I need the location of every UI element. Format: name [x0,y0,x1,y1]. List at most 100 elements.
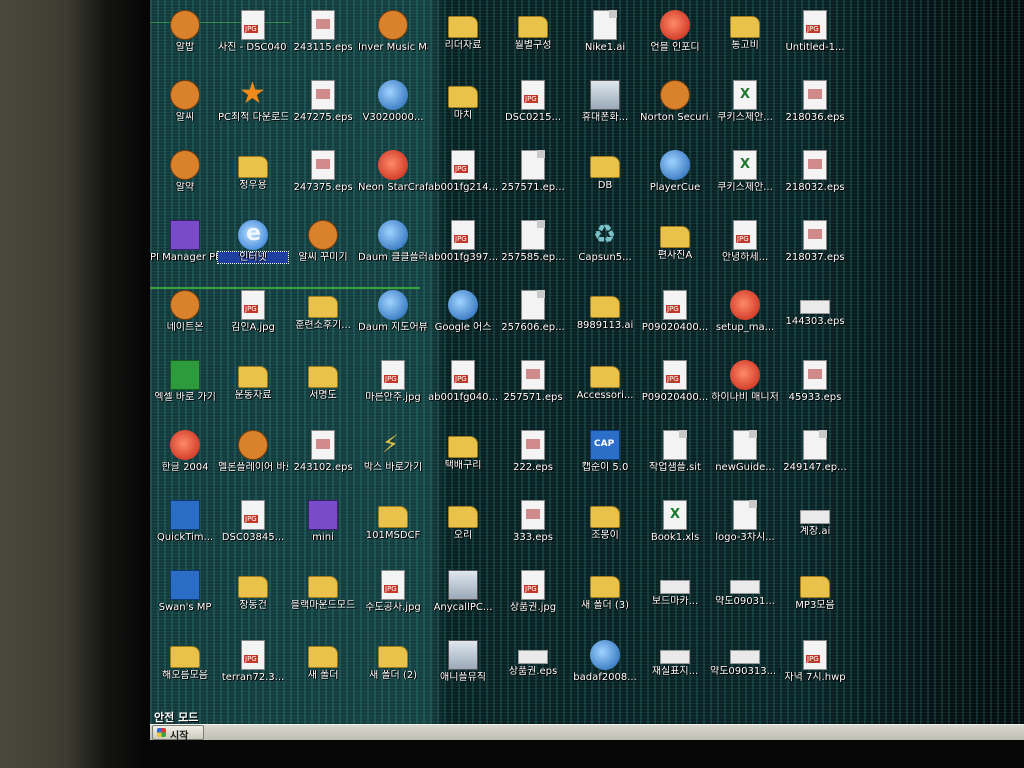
desktop-icon[interactable]: 네이트온 [150,286,220,352]
desktop-icon[interactable]: terran72.3... [218,636,288,702]
desktop-icon[interactable]: 리더자료 [428,6,498,72]
desktop-icon[interactable]: 알씨 [150,76,220,142]
desktop-icon[interactable]: Neon StarCraft [358,146,428,212]
desktop-icon[interactable]: 247275.eps [288,76,358,142]
desktop-icon[interactable]: 상품권.eps [498,636,568,702]
desktop-icon[interactable]: 새 폴더 (3) [570,566,640,632]
desktop-icon[interactable]: 엑셀 바로 가기 [150,356,220,422]
desktop-icon[interactable]: 243115.eps [288,6,358,72]
desktop-icon[interactable]: PI Manager Plus [150,216,220,282]
desktop-icon[interactable]: 249147.ep... [780,426,850,492]
desktop-icon[interactable]: 257571.eps [498,356,568,422]
desktop-icon[interactable]: 김인A.jpg [218,286,288,352]
desktop-icon[interactable]: 218032.eps [780,146,850,212]
desktop-icon[interactable]: Inver Music Manager [358,6,428,72]
desktop-icon[interactable]: 247375.eps [288,146,358,212]
desktop-icon[interactable]: 훈련소후기... [288,286,358,352]
desktop-icon[interactable]: 편사진A [640,216,710,282]
desktop-icon[interactable]: Swan's MP [150,566,220,632]
desktop-icon[interactable]: 새 폴더 [288,636,358,702]
desktop-icon[interactable]: ab001fg214... [428,146,498,212]
desktop-icon[interactable]: 자녁 7시.hwp [780,636,850,702]
desktop-icon[interactable]: 알밥 [150,6,220,72]
desktop-icon[interactable]: 알씨 꾸미기 [288,216,358,282]
desktop-icon[interactable]: 블랙마운드모드 [288,566,358,632]
desktop-icon[interactable]: 멜론플레이어 바로가기 [218,426,288,492]
desktop-icon[interactable]: AnycallPC... [428,566,498,632]
desktop-icon[interactable]: DB [570,146,640,212]
desktop-icon[interactable]: 257585.ep... [498,216,568,282]
desktop-icon[interactable]: 약도090313... (Converte... [710,636,780,702]
desktop-icon[interactable]: 오리 [428,496,498,562]
desktop-icon[interactable]: 144303.eps [780,286,850,352]
desktop-icon[interactable]: 218037.eps [780,216,850,282]
desktop-icon[interactable]: Capsun5... [570,216,640,282]
desktop-icon[interactable]: 222.eps [498,426,568,492]
desktop-icon[interactable]: Untitled-1... [780,6,850,72]
desktop-icon[interactable]: ab001fg040... [428,356,498,422]
desktop-icon[interactable]: 해오름모음 [150,636,220,702]
desktop-icon[interactable]: ab001fg397... [428,216,498,282]
desktop-icon[interactable]: 언블 인포디 [640,6,710,72]
desktop-icon[interactable]: 재실표지... [640,636,710,702]
desktop-icon[interactable]: 캡순이 5.0 [570,426,640,492]
desktop-icon[interactable]: 알약 [150,146,220,212]
desktop-icon[interactable]: QuickTim... [150,496,220,562]
desktop-icon[interactable]: 45933.eps [780,356,850,422]
desktop-icon[interactable]: 인터넷 [217,216,289,282]
desktop-icon[interactable]: 정우용 [218,146,288,212]
desktop-icon[interactable]: 218036.eps [780,76,850,142]
desktop-icon[interactable]: 새 폴더 (2) [358,636,428,702]
desktop-icon[interactable]: 하이나비 매니저 [710,356,780,422]
desktop-icon[interactable]: badaf2008... [570,636,640,702]
desktop-icon[interactable]: MP3모음 [780,566,850,632]
desktop-icon[interactable]: newGuide... [710,426,780,492]
desktop-icon[interactable]: 마치 [428,76,498,142]
desktop-icon[interactable]: Google 어스 [428,286,498,352]
desktop-icon[interactable]: 마른안주.jpg [358,356,428,422]
desktop-icon[interactable]: 257606.ep... [498,286,568,352]
desktop-icon[interactable]: V3020000... [358,76,428,142]
desktop-icon[interactable]: 257571.ep... [498,146,568,212]
desktop-icon[interactable]: 101MSDCF [358,496,428,562]
desktop-icon[interactable]: 박스 바로가기 [358,426,428,492]
desktop-icon[interactable]: 조봉이 [570,496,640,562]
desktop-icon[interactable]: Book1.xls [640,496,710,562]
desktop-icon[interactable]: 243102.eps [288,426,358,492]
desktop-icon[interactable]: 안녕하세... [710,216,780,282]
desktop-icon[interactable]: 쿠키스제안... [710,76,780,142]
desktop-icon[interactable]: 월별구성 [498,6,568,72]
desktop-icon[interactable]: DSC03845... [218,496,288,562]
desktop-icon[interactable]: setup_ma... [710,286,780,352]
desktop-icon[interactable]: Daum 지도어뷰어 [358,286,428,352]
desktop-icon[interactable]: 작업샘플.sit [640,426,710,492]
desktop-icon[interactable]: Norton Securi... [640,76,710,142]
desktop-icon[interactable]: 서명도 [288,356,358,422]
desktop-icon[interactable]: 운동자료 [218,356,288,422]
desktop-icon[interactable]: PlayerCue [640,146,710,212]
desktop-icon[interactable]: mini [288,496,358,562]
desktop-icon[interactable]: 333.eps [498,496,568,562]
desktop-icon[interactable]: Nike1.ai [570,6,640,72]
start-button[interactable]: 시작 [152,725,204,740]
desktop-icon[interactable]: 사진 - DSC04019... [218,6,288,72]
desktop-icon[interactable]: PC최적 다운로드 [218,76,288,142]
desktop-icon[interactable]: 한글 2004 [150,426,220,492]
desktop-icon[interactable]: 쿠키스제안... [710,146,780,212]
desktop-icon[interactable]: 휴대폰화... [570,76,640,142]
desktop-icon[interactable]: 상품권.jpg [498,566,568,632]
desktop-icon[interactable]: 보드마카... [640,566,710,632]
desktop-icon[interactable]: 통고비 [710,6,780,72]
desktop-icon[interactable]: Accessori... [570,356,640,422]
desktop-icon[interactable]: 택배구리 [428,426,498,492]
desktop-icon[interactable]: DSC0215... [498,76,568,142]
desktop-icon[interactable]: 8989113.ai [570,286,640,352]
desktop-icon[interactable]: 장동건 [218,566,288,632]
desktop-icon[interactable]: P09020400... [640,286,710,352]
desktop-icon[interactable]: Daum 클클플러스 [358,216,428,282]
desktop-icon[interactable]: 수도공사.jpg [358,566,428,632]
desktop-icon[interactable]: 애니플뮤직 [428,636,498,702]
desktop-icon[interactable]: logo-3차시... [710,496,780,562]
desktop-icon[interactable]: P09020400... [640,356,710,422]
desktop-icon[interactable]: 약도09031... [710,566,780,632]
